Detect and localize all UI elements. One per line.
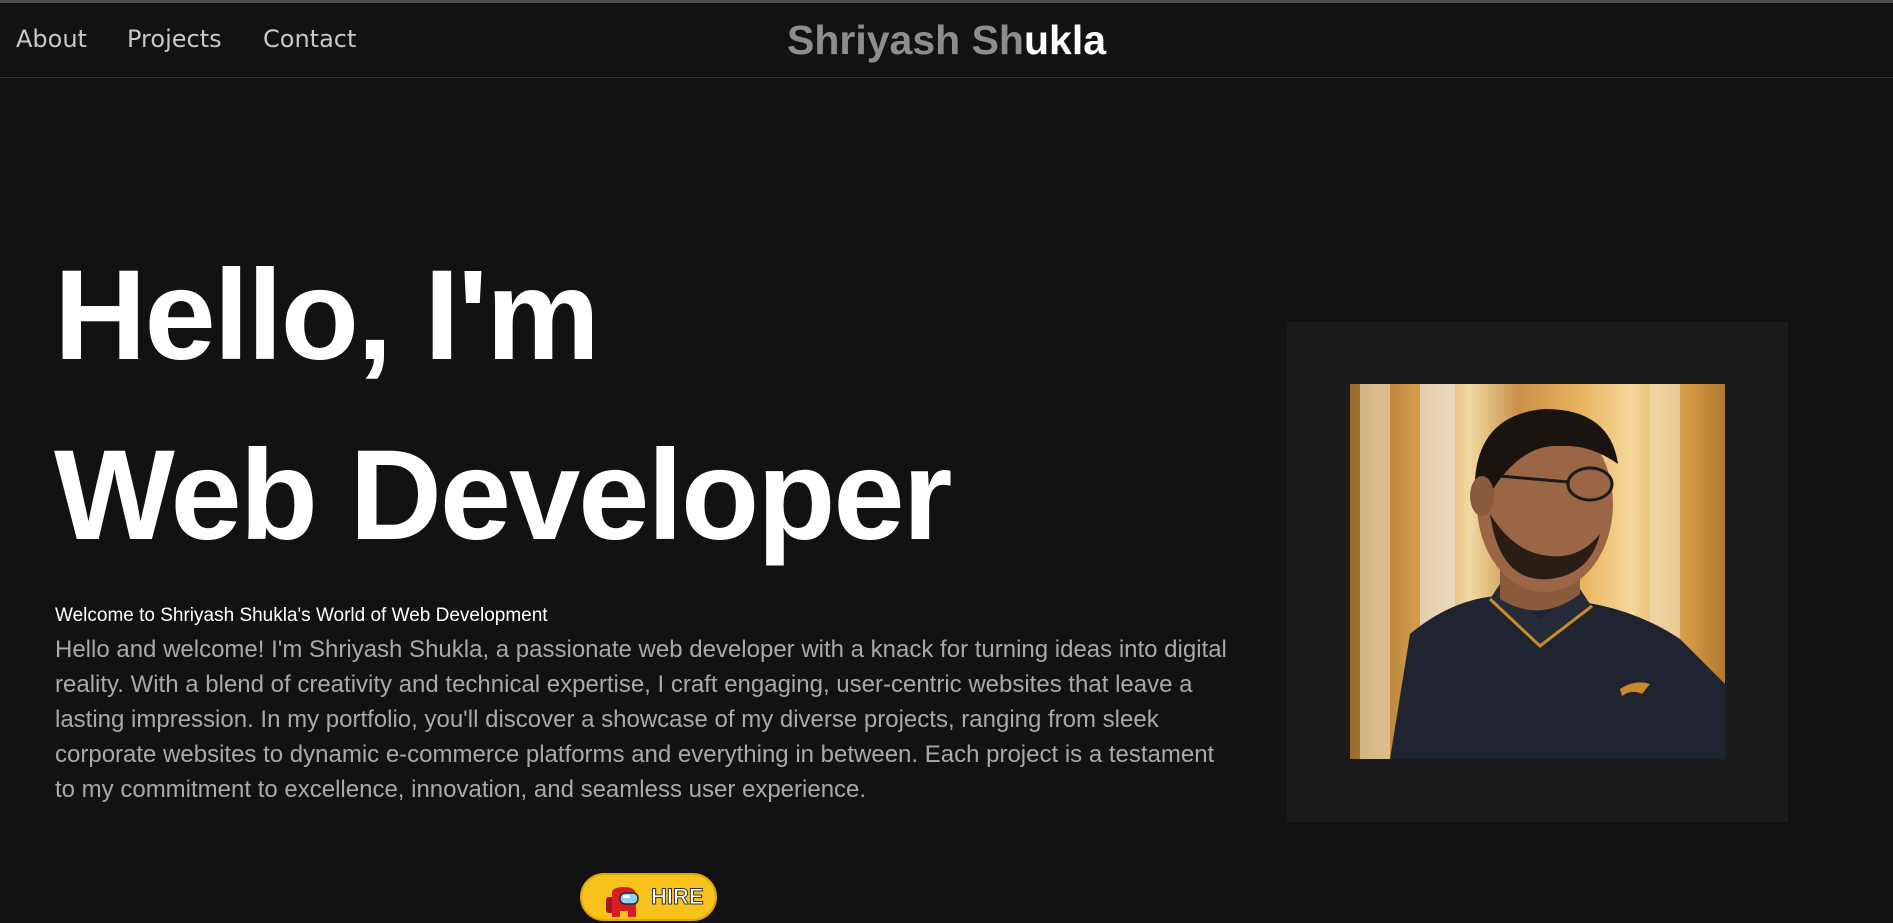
hire-button-label: HIRE: [651, 884, 705, 910]
profile-photo: [1350, 384, 1725, 759]
crewmate-icon: [606, 887, 639, 917]
intro-paragraph: Hello and welcome! I'm Shriyash Shukla, …: [55, 636, 1227, 803]
welcome-heading: Welcome to Shriyash Shukla's World of We…: [55, 605, 548, 626]
site-brand[interactable]: Shriyash Shukla: [0, 17, 1893, 64]
hero-greeting: Hello, I'm: [54, 244, 600, 387]
brand-name-bright: ukla: [1023, 17, 1107, 63]
profile-photo-frame: [1287, 322, 1788, 822]
hero-title: Web Developer: [54, 424, 952, 567]
brand-name-dim: Shriyash Sh: [786, 17, 1024, 63]
navbar: About Projects Contact Shriyash Shukla: [0, 3, 1893, 78]
profile-photo-illustration: [1360, 384, 1725, 759]
